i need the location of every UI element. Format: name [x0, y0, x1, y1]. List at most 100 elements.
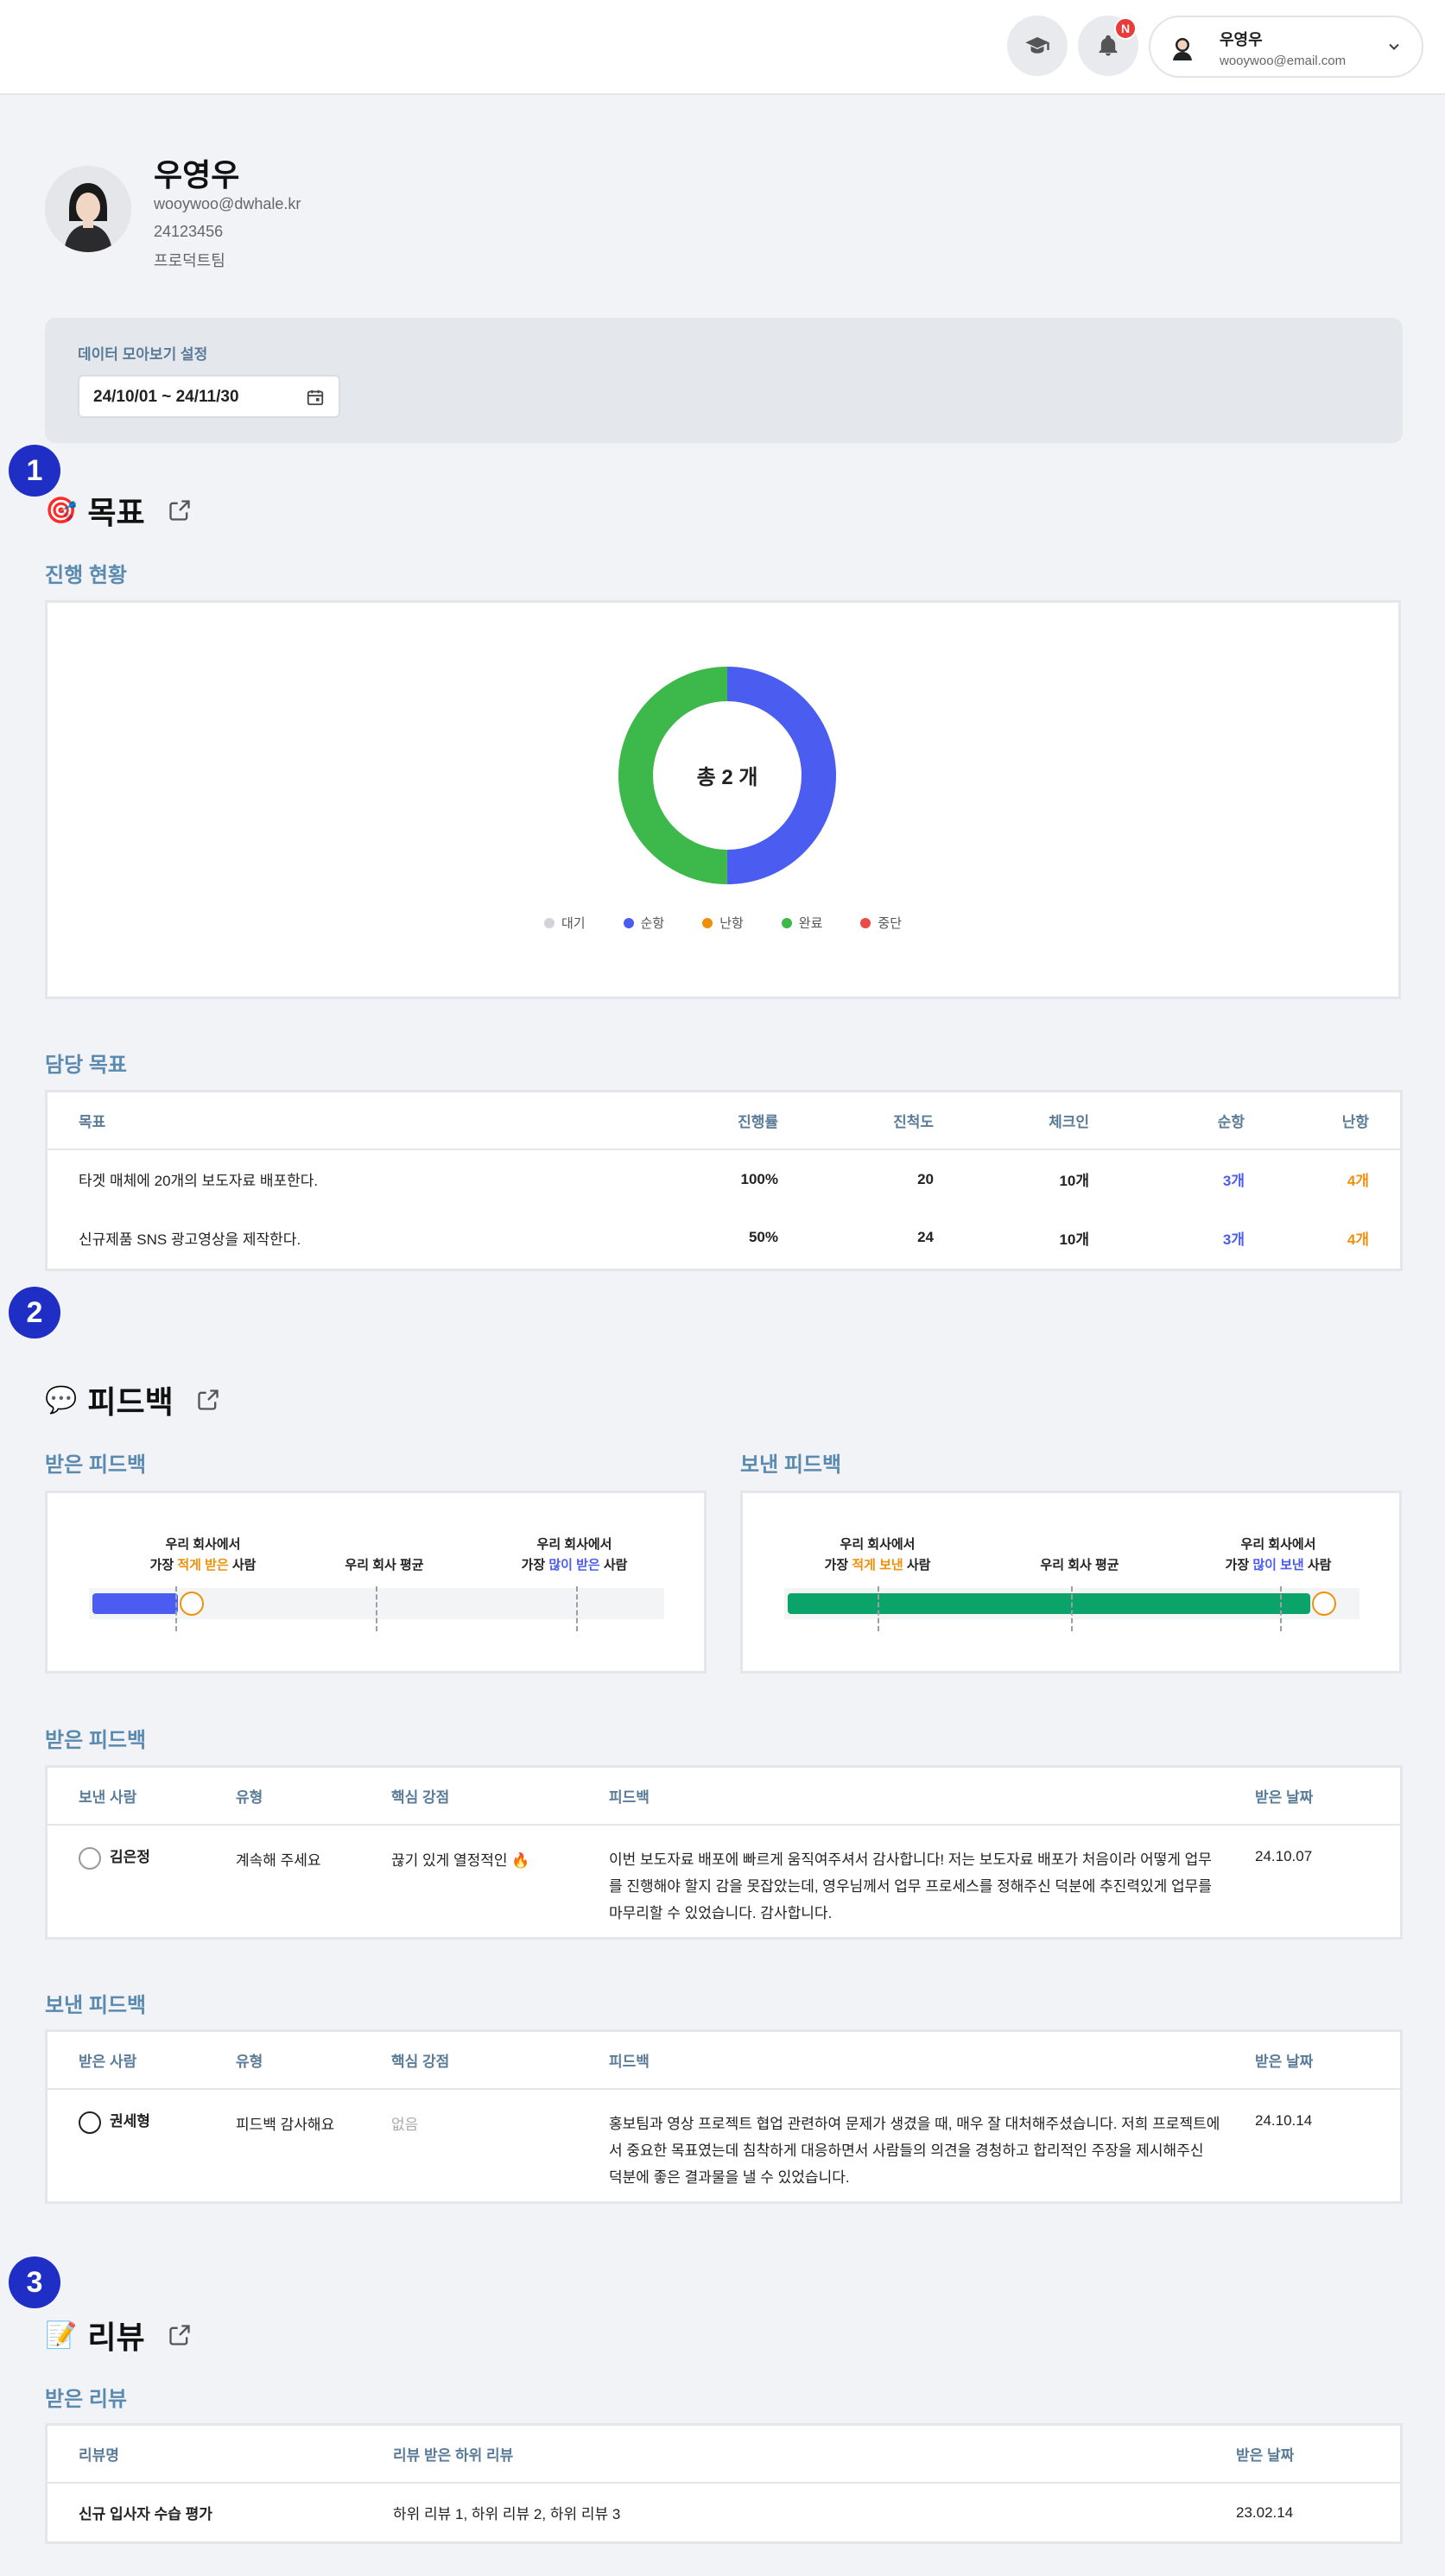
top-bar: N 우영우 wooywoo@email.com: [0, 0, 1445, 95]
goal-name: 신규제품 SNS 광고영상을 제작한다.: [79, 1231, 301, 1248]
external-link-icon[interactable]: [168, 2323, 192, 2347]
bell-icon: [1099, 35, 1118, 56]
table-row[interactable]: 권세형 피드백 감사해요 없음 홍보팀과 영상 프로젝트 협업 관련하여 문제가…: [48, 2089, 1400, 2191]
col-strength: 핵심 강점: [391, 2032, 609, 2090]
graduation-cap-icon: [1025, 37, 1049, 54]
legend-item: 중단: [860, 914, 902, 932]
table-row[interactable]: 김은정 계속해 주세요 끊기 있게 열정적인 🔥 이번 보도자료 배포에 빠르게…: [48, 1825, 1400, 1927]
legend-label: 순항: [640, 916, 665, 931]
col-on-track: 순항: [1089, 1092, 1245, 1150]
feedback-section-title: 💬 피드백: [45, 1377, 220, 1422]
table-header-row: 목표 진행률 진척도 체크인 순항 난항: [48, 1092, 1400, 1150]
max-marker-line: [576, 1586, 578, 1631]
feedback-type: 계속해 주세요: [236, 1852, 321, 1869]
min-marker-label: 우리 회사에서 가장 적게 보낸 사람: [783, 1535, 973, 1576]
user-avatar-marker: [1312, 1592, 1336, 1616]
goals-section-title: 🎯 목표: [45, 488, 192, 533]
data-settings-panel: 데이터 모아보기 설정 24/10/01 ~ 24/11/30: [45, 318, 1403, 443]
date-range-input[interactable]: 24/10/01 ~ 24/11/30: [78, 375, 340, 418]
max-marker-line2: 가장 많이 보낸 사람: [1225, 1558, 1332, 1573]
sent-feedback-table-heading: 보낸 피드백: [45, 1994, 147, 2017]
min-marker-line: [878, 1586, 879, 1631]
avatar: [79, 1846, 101, 1870]
col-progress-level: 진척도: [778, 1092, 934, 1150]
avg-marker-line: [376, 1586, 377, 1631]
legend-dot: [543, 917, 555, 928]
max-marker-line2: 가장 많이 받은 사람: [521, 1558, 628, 1573]
goal-on-track: 3개: [1222, 1173, 1245, 1189]
avg-marker-label: 우리 회사 평균: [345, 1558, 424, 1573]
feedback-strength: 끊기 있게 열정적인 🔥: [391, 1852, 530, 1869]
review-section-title: 📝 리뷰: [45, 2313, 192, 2358]
legend-item: 순항: [623, 914, 665, 932]
sender-name: 김은정: [110, 1849, 150, 1865]
sent-feedback-chart: 우리 회사에서 가장 적게 보낸 사람 우리 회사 평균 우리 회사에서 가장 …: [740, 1491, 1402, 1674]
assigned-goals-table: 목표 진행률 진척도 체크인 순항 난항 타겟 매체에 20개의 보도자료 배포…: [45, 1090, 1403, 1271]
received-review-heading: 받은 리뷰: [45, 2388, 127, 2411]
goal-off-track: 4개: [1347, 1231, 1369, 1248]
received-feedback-heading: 받은 피드백: [45, 1453, 147, 1477]
review-title: 리뷰: [87, 2320, 145, 2355]
memo-emoji-icon: 📝: [45, 2320, 78, 2350]
col-off-track: 난항: [1245, 1092, 1400, 1150]
table-row[interactable]: 신규제품 SNS 광고영상을 제작한다. 50% 24 10개 3개 4개: [48, 1208, 1400, 1267]
goal-progress: 50%: [748, 1229, 778, 1245]
external-link-icon[interactable]: [168, 498, 192, 522]
col-feedback: 피드백: [609, 2032, 1255, 2090]
col-date: 받은 날짜: [1255, 2032, 1400, 2090]
col-progress: 진행률: [675, 1092, 778, 1150]
chevron-down-icon: [1389, 43, 1399, 50]
notification-button[interactable]: N: [1078, 16, 1138, 76]
receiver-cell: 권세형: [48, 2089, 236, 2191]
review-sub-reviews: 하위 리뷰 1, 하위 리뷰 2, 하위 리뷰 3: [393, 2506, 621, 2522]
chart-legend: 대기 순항 난항 완료 중단: [48, 914, 1398, 932]
goals-title: 목표: [87, 495, 145, 530]
legend-dot: [781, 917, 792, 928]
profile-portrait-icon: [45, 166, 131, 252]
legend-label: 중단: [878, 916, 903, 931]
col-sender: 보낸 사람: [48, 1768, 236, 1826]
calendar-icon[interactable]: [306, 388, 325, 407]
sender-cell: 김은정: [48, 1825, 236, 1927]
legend-dot: [860, 917, 871, 928]
goal-progress-level: 20: [917, 1170, 934, 1187]
min-marker-label: 우리 회사에서 가장 적게 받은 사람: [108, 1535, 298, 1576]
learning-button[interactable]: [1007, 16, 1068, 76]
received-feedback-table: 보낸 사람 유형 핵심 강점 피드백 받은 날짜 김은정 계속해 주세요 끊기 …: [45, 1765, 1403, 1940]
min-marker-line1: 우리 회사에서: [840, 1537, 916, 1552]
external-link-icon[interactable]: [196, 1388, 220, 1412]
col-date: 받은 날짜: [1255, 1768, 1400, 1826]
min-marker-line2: 가장 적게 보낸 사람: [824, 1558, 931, 1573]
receiver-name: 권세형: [110, 2113, 150, 2130]
min-marker-line2: 가장 적게 받은 사람: [149, 1558, 257, 1573]
profile-photo: [45, 166, 131, 252]
assigned-goals-heading: 담당 목표: [45, 1054, 127, 1077]
progress-heading: 진행 현황: [45, 564, 127, 587]
avg-marker-label: 우리 회사 평균: [1040, 1558, 1119, 1573]
col-sub-reviews: 리뷰 받은 하위 리뷰: [393, 2426, 1236, 2484]
speech-bubble-emoji-icon: 💬: [45, 1385, 78, 1415]
max-marker-line1: 우리 회사에서: [536, 1537, 612, 1552]
user-menu[interactable]: 우영우 wooywoo@email.com: [1149, 16, 1423, 78]
step-badge-3: 3: [9, 2256, 60, 2308]
feedback-strength: 없음: [391, 2117, 419, 2133]
avg-marker-line: [1071, 1586, 1073, 1631]
col-receiver: 받은 사람: [48, 2032, 236, 2090]
sent-feedback-fill: [788, 1593, 1310, 1614]
col-checkin: 체크인: [934, 1092, 1089, 1150]
legend-dot: [623, 917, 634, 928]
legend-item: 완료: [781, 914, 822, 932]
goal-progress: 100%: [740, 1170, 778, 1187]
donut-center-label: 총 2 개: [696, 766, 758, 789]
min-marker-line1: 우리 회사에서: [165, 1537, 241, 1552]
legend-label: 대기: [561, 916, 586, 931]
profile-team: 프로덕트팀: [154, 252, 225, 269]
table-row[interactable]: 신규 입사자 수습 평가 하위 리뷰 1, 하위 리뷰 2, 하위 리뷰 3 2…: [48, 2483, 1400, 2541]
table-row[interactable]: 타겟 매체에 20개의 보도자료 배포한다. 100% 20 10개 3개 4개: [48, 1149, 1400, 1208]
review-date: 23.02.14: [1236, 2503, 1294, 2521]
review-name: 신규 입사자 수습 평가: [79, 2506, 212, 2522]
col-date: 받은 날짜: [1236, 2426, 1400, 2484]
feedback-title: 피드백: [87, 1384, 174, 1420]
feedback-text: 이번 보도자료 배포에 빠르게 움직여주셔서 감사합니다! 저는 보도자료 배포…: [609, 1851, 1212, 1921]
sent-feedback-table: 받은 사람 유형 핵심 강점 피드백 받은 날짜 권세형 피드백 감사해요 없음…: [45, 2029, 1403, 2204]
